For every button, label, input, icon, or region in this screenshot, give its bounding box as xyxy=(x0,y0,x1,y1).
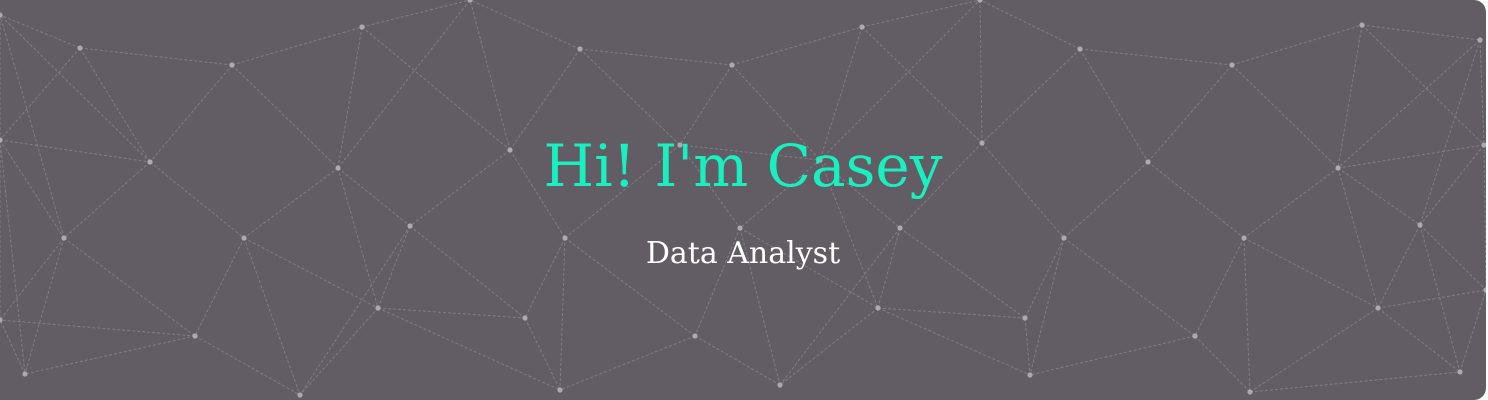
headline: Hi! I'm Casey xyxy=(543,132,943,200)
hero-banner: Hi! I'm Casey Data Analyst xyxy=(0,0,1486,400)
subtitle: Data Analyst xyxy=(645,236,841,271)
hero-text: Hi! I'm Casey Data Analyst xyxy=(0,0,1486,400)
